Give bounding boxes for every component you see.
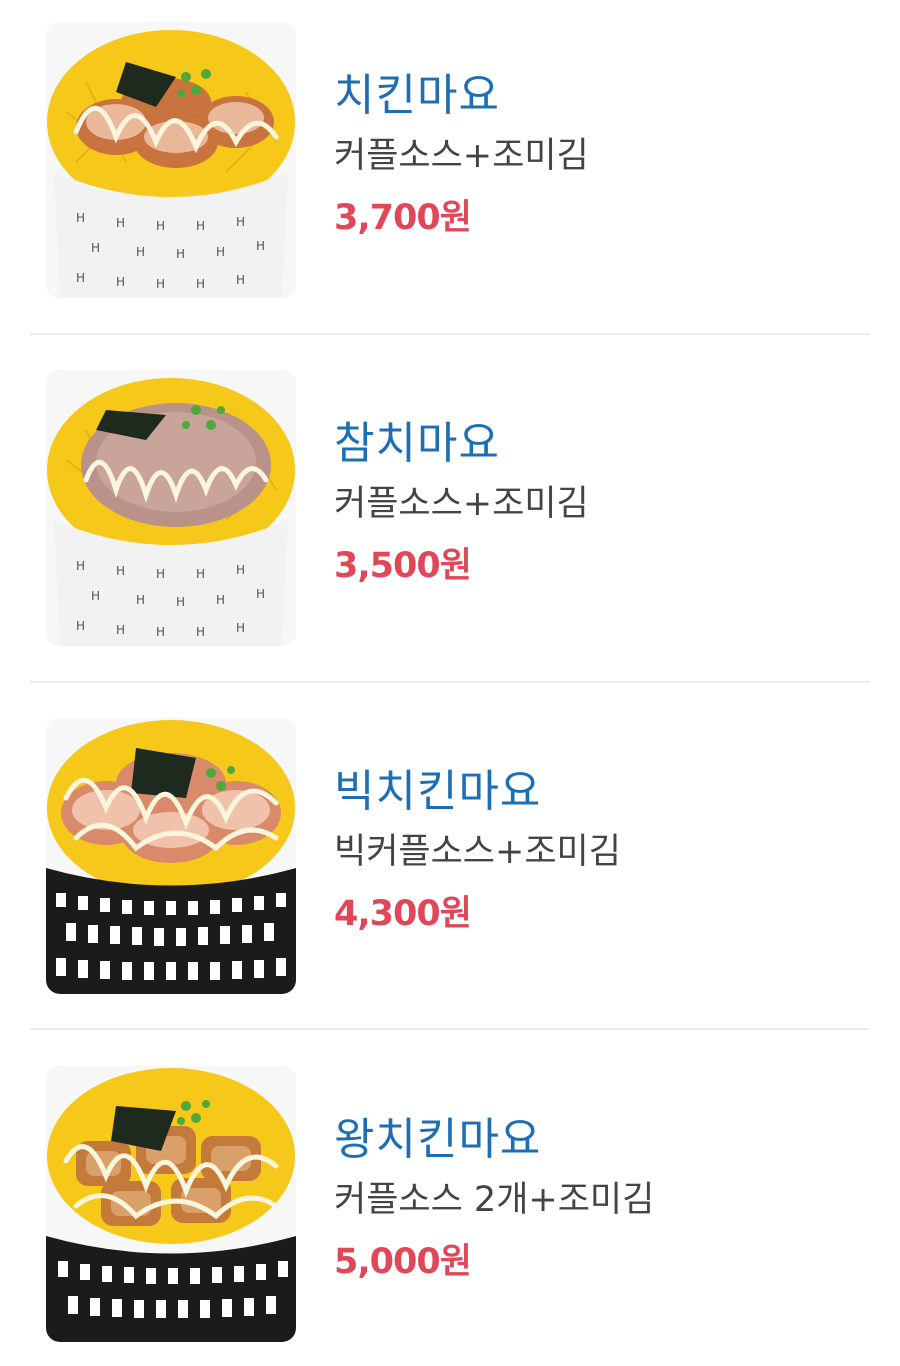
svg-text:H: H xyxy=(196,219,205,233)
menu-item-name[interactable]: 빅치킨마요 xyxy=(334,762,621,822)
menu-item-price: 5,000원 xyxy=(334,1242,472,1282)
svg-text:H: H xyxy=(216,593,225,607)
svg-text:H: H xyxy=(116,275,125,289)
big-chicken-mayo-bowl-image xyxy=(46,718,296,994)
divider xyxy=(30,1028,870,1030)
svg-text:H: H xyxy=(76,619,85,633)
svg-text:H: H xyxy=(76,211,85,225)
menu-item-info: 왕치킨마요 커플소스 2개+조미김 5,000원 xyxy=(334,1110,654,1294)
svg-text:H: H xyxy=(196,277,205,291)
menu-item-name[interactable]: 치킨마요 xyxy=(334,66,589,126)
svg-text:H: H xyxy=(156,219,165,233)
menu-item-description: 커플소스+조미김 xyxy=(334,484,589,524)
svg-text:H: H xyxy=(91,241,100,255)
menu-item-info: 참치마요 커플소스+조미김 3,500원 xyxy=(334,414,589,598)
menu-item-tuna-mayo[interactable]: HHHHH HHHHH HHHHH 참치마요 커플소스+조미김 3,500원 xyxy=(30,348,870,693)
menu-item-description: 빅커플소스+조미김 xyxy=(334,832,621,872)
king-chicken-mayo-bowl-image xyxy=(46,1066,296,1342)
divider xyxy=(30,681,870,683)
menu-item-name[interactable]: 참치마요 xyxy=(334,414,589,474)
svg-text:H: H xyxy=(176,595,185,609)
menu-item-image[interactable] xyxy=(46,1066,296,1342)
menu-item-price: 3,700원 xyxy=(334,198,472,238)
svg-text:H: H xyxy=(116,564,125,578)
svg-text:H: H xyxy=(91,589,100,603)
svg-text:H: H xyxy=(236,215,245,229)
svg-text:H: H xyxy=(236,621,245,635)
chicken-mayo-bowl-image: HHHHH HHHHH HHHHH xyxy=(46,22,296,298)
menu-item-image[interactable]: HHHHH HHHHH HHHHH xyxy=(46,22,296,298)
menu-item-info: 치킨마요 커플소스+조미김 3,700원 xyxy=(334,66,589,250)
svg-text:H: H xyxy=(76,271,85,285)
svg-text:H: H xyxy=(196,567,205,581)
svg-text:H: H xyxy=(216,245,225,259)
svg-text:H: H xyxy=(256,239,265,253)
svg-text:H: H xyxy=(116,623,125,637)
menu-list: HHHHH HHHHH HHHHH 치킨마요 커플소스+조미김 3,700원 H… xyxy=(0,0,900,1366)
svg-text:H: H xyxy=(156,277,165,291)
svg-text:H: H xyxy=(136,593,145,607)
menu-item-image[interactable]: HHHHH HHHHH HHHHH xyxy=(46,370,296,646)
menu-item-big-chicken-mayo[interactable]: 빅치킨마요 빅커플소스+조미김 4,300원 xyxy=(30,696,870,1041)
svg-text:H: H xyxy=(116,216,125,230)
menu-item-name[interactable]: 왕치킨마요 xyxy=(334,1110,654,1170)
svg-text:H: H xyxy=(76,559,85,573)
svg-text:H: H xyxy=(156,625,165,639)
menu-item-description: 커플소스+조미김 xyxy=(334,136,589,176)
menu-item-chicken-mayo[interactable]: HHHHH HHHHH HHHHH 치킨마요 커플소스+조미김 3,700원 xyxy=(30,0,870,345)
menu-item-king-chicken-mayo[interactable]: 왕치킨마요 커플소스 2개+조미김 5,000원 xyxy=(30,1044,870,1366)
svg-text:H: H xyxy=(136,245,145,259)
menu-item-info: 빅치킨마요 빅커플소스+조미김 4,300원 xyxy=(334,762,621,946)
tuna-mayo-bowl-image: HHHHH HHHHH HHHHH xyxy=(46,370,296,646)
svg-text:H: H xyxy=(256,587,265,601)
svg-text:H: H xyxy=(176,247,185,261)
svg-text:H: H xyxy=(156,567,165,581)
svg-text:H: H xyxy=(196,625,205,639)
menu-item-image[interactable] xyxy=(46,718,296,994)
divider xyxy=(30,333,870,335)
menu-item-description: 커플소스 2개+조미김 xyxy=(334,1180,655,1220)
menu-item-price: 4,300원 xyxy=(334,894,472,934)
menu-item-price: 3,500원 xyxy=(334,546,472,586)
svg-text:H: H xyxy=(236,563,245,577)
svg-text:H: H xyxy=(236,273,245,287)
